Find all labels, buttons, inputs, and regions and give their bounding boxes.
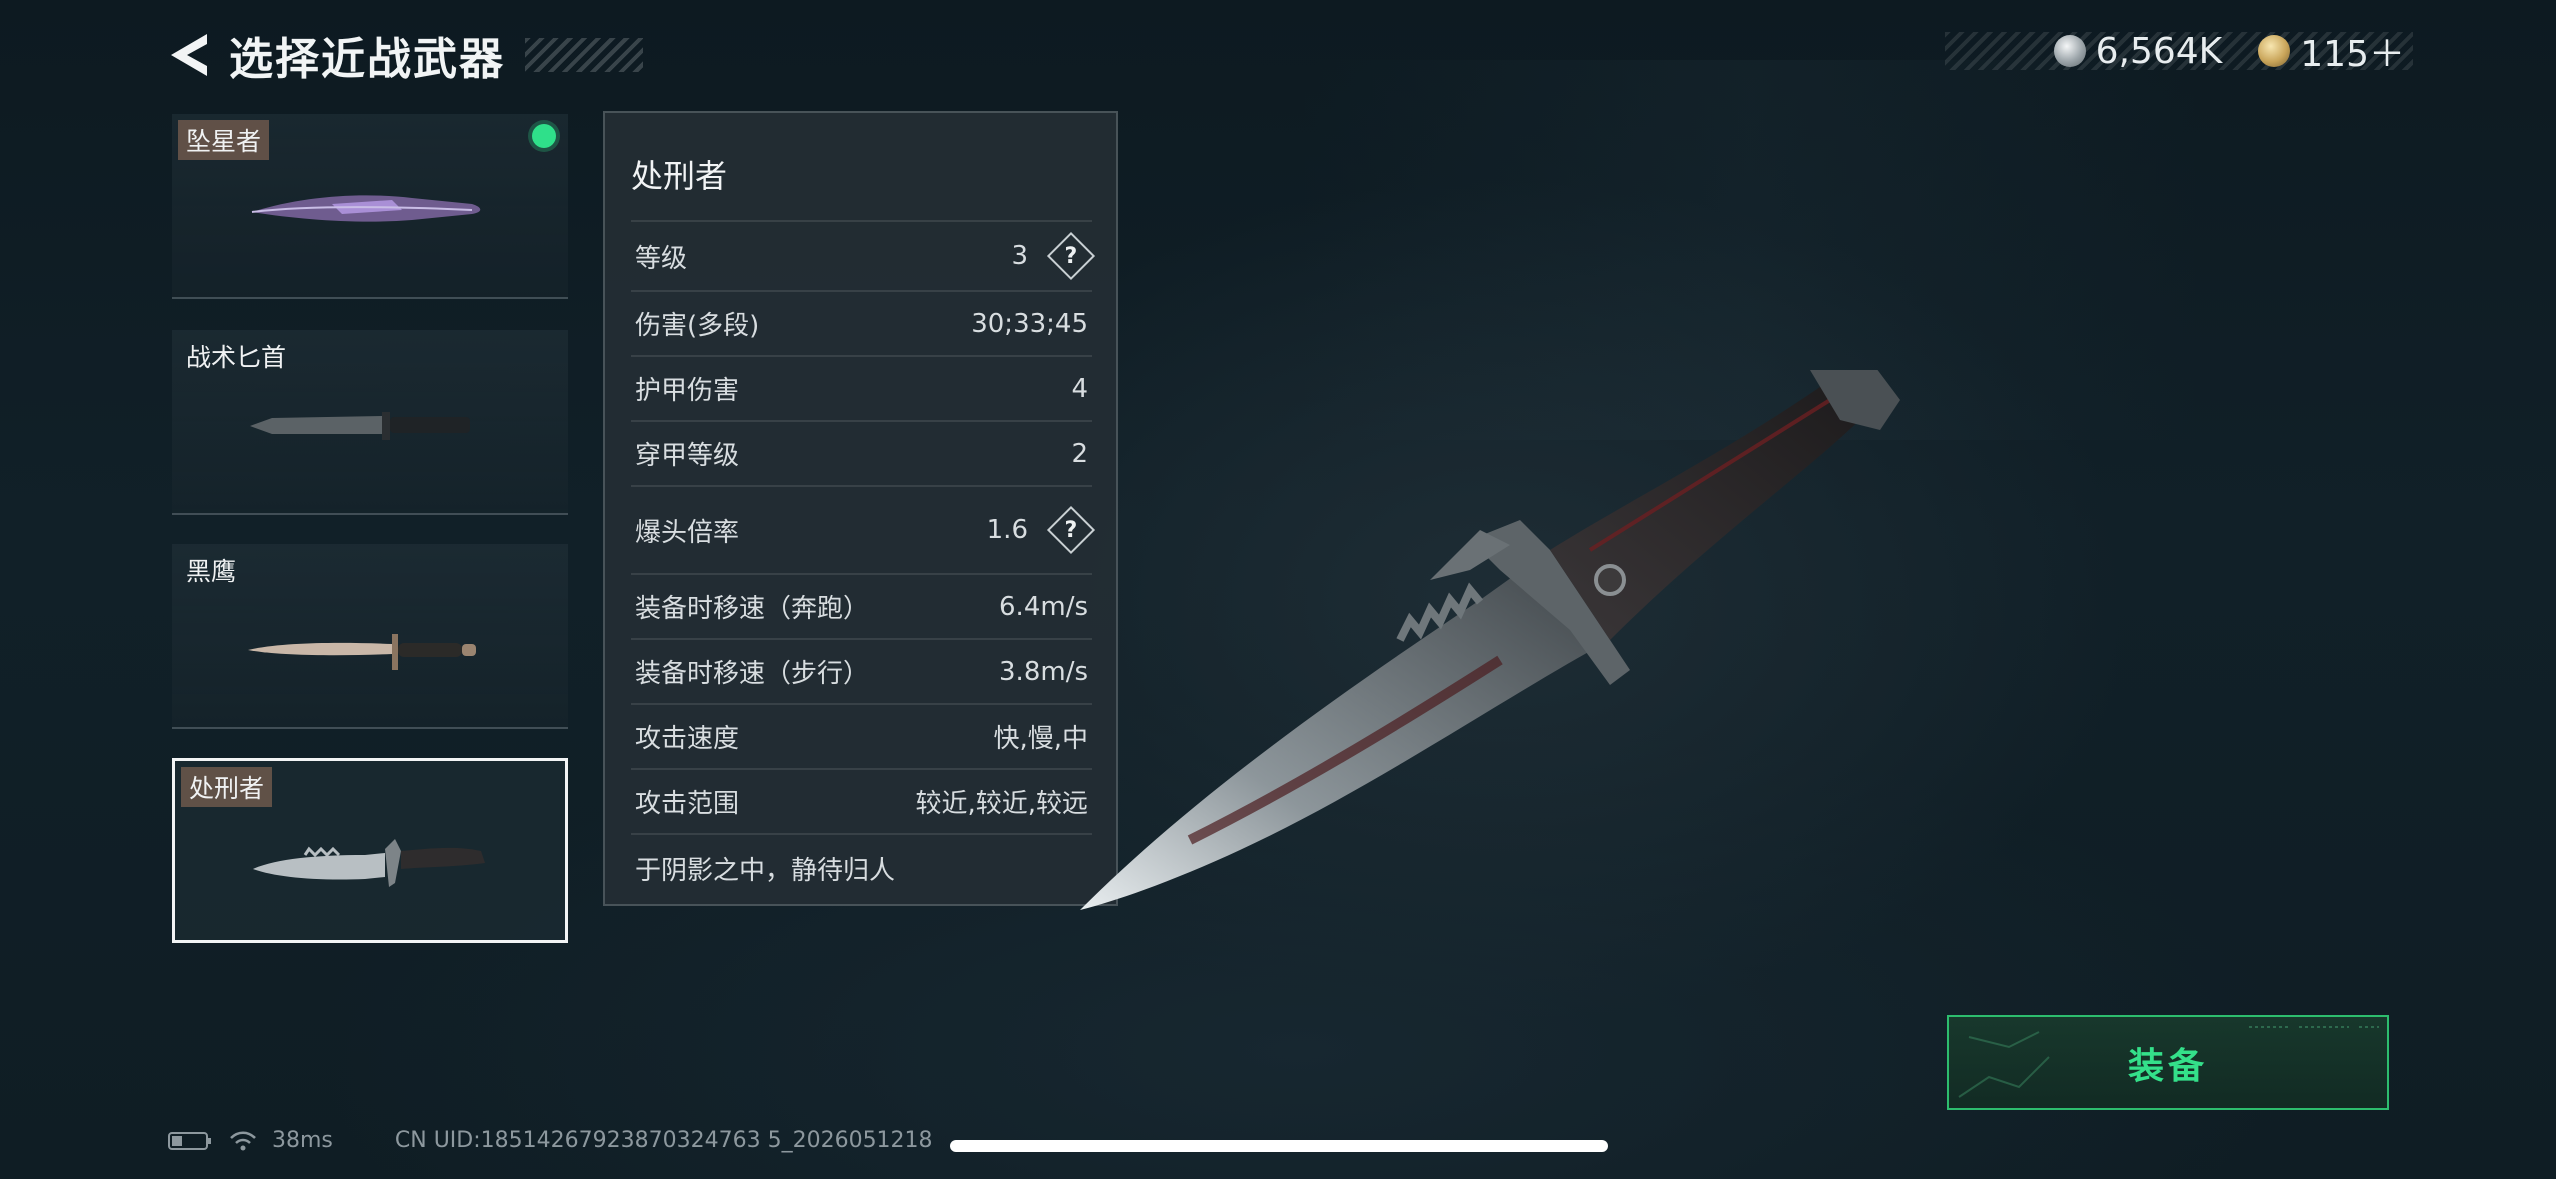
starfall-knife-icon xyxy=(251,195,481,222)
flavor-text: 于阴影之中，静待归人 xyxy=(635,855,896,886)
gold-coin-icon xyxy=(2258,35,2291,67)
executioner-knife-preview-icon xyxy=(1080,370,1900,910)
stat-label: 攻击速度 xyxy=(635,724,740,754)
stat-label: 伤害(多段) xyxy=(635,311,760,341)
flavor-text-row: 于阴影之中，静待归人 xyxy=(631,833,1092,901)
back-arrow-icon xyxy=(171,34,207,76)
title-decoration xyxy=(525,38,643,72)
home-indicator[interactable] xyxy=(950,1140,1608,1152)
stat-row-headshot: 爆头倍率 1.6? xyxy=(631,485,1096,573)
wifi-icon xyxy=(230,1131,256,1150)
weapon-name: 战术匕首 xyxy=(186,343,287,372)
weapon-card-black-hawk[interactable]: 黑鹰 xyxy=(172,544,568,729)
stat-label: 等级 xyxy=(635,243,688,274)
stat-value: 较近,较近,较远 xyxy=(915,789,1088,819)
stat-row-attack-range: 攻击范围 较近,较近,较远 xyxy=(631,768,1092,833)
equip-button[interactable]: 装备 xyxy=(1947,1015,2389,1110)
stat-row-damage: 伤害(多段) 30;33;45 xyxy=(631,290,1092,355)
page-header: 选择近战武器 xyxy=(165,22,643,88)
stat-row-level: 等级 3? xyxy=(631,220,1096,290)
back-button[interactable] xyxy=(165,29,213,81)
stat-label: 穿甲等级 xyxy=(635,441,740,471)
help-icon[interactable]: ? xyxy=(1046,231,1096,281)
equip-button-label: 装备 xyxy=(2127,1045,2208,1087)
stat-row-armor-damage: 护甲伤害 4 xyxy=(631,355,1092,420)
weapon-details-panel: 处刑者 等级 3? 伤害(多段) 30;33;45 护甲伤害 4 穿甲等级 2 … xyxy=(603,111,1118,906)
stat-row-penetration: 穿甲等级 2 xyxy=(631,420,1092,485)
black-hawk-knife-icon xyxy=(248,634,476,670)
ping-text: 38ms xyxy=(272,1128,333,1153)
stat-row-run-speed: 装备时移速（奔跑） 6.4m/s xyxy=(631,573,1092,638)
weapon-card-tactical-dagger[interactable]: 战术匕首 xyxy=(172,330,568,515)
weapon-name: 黑鹰 xyxy=(186,557,237,586)
stat-value: 30;33;45 xyxy=(971,308,1088,339)
stat-label: 攻击范围 xyxy=(635,789,740,819)
status-bar: 38ms CN UID:18514267923870324763 5_20260… xyxy=(168,1128,933,1153)
currency-bar: 6,564K 115＋ xyxy=(1945,30,2413,75)
stat-label: 爆头倍率 xyxy=(635,517,740,548)
stat-label: 护甲伤害 xyxy=(635,376,740,406)
weapon-card-starfall[interactable]: 坠星者 xyxy=(172,114,568,299)
stat-value: 3 xyxy=(1011,241,1028,271)
page-title: 选择近战武器 xyxy=(229,34,505,85)
silver-coin-icon xyxy=(2053,35,2086,67)
executioner-knife-icon xyxy=(253,839,485,887)
stat-row-attack-speed: 攻击速度 快,慢,中 xyxy=(631,703,1092,768)
silver-amount: 6,564K xyxy=(2095,30,2223,72)
equipped-indicator-icon xyxy=(532,124,556,148)
stat-row-walk-speed: 装备时移速（步行） 3.8m/s xyxy=(631,638,1092,703)
gold-amount[interactable]: 115＋ xyxy=(2300,25,2405,77)
weapon-name: 处刑者 xyxy=(181,767,273,807)
weapon-name: 坠星者 xyxy=(178,120,270,160)
weapon-card-executioner[interactable]: 处刑者 xyxy=(172,758,568,943)
stat-label: 装备时移速（奔跑） xyxy=(635,594,870,624)
stat-value: 1.6 xyxy=(986,515,1028,545)
stat-label: 装备时移速（步行） xyxy=(635,659,870,689)
weapon-detail-name: 处刑者 xyxy=(631,157,728,195)
uid-text: CN UID:18514267923870324763 5_2026051218 xyxy=(394,1128,933,1153)
tactical-dagger-icon xyxy=(250,412,470,440)
battery-icon xyxy=(168,1131,211,1150)
